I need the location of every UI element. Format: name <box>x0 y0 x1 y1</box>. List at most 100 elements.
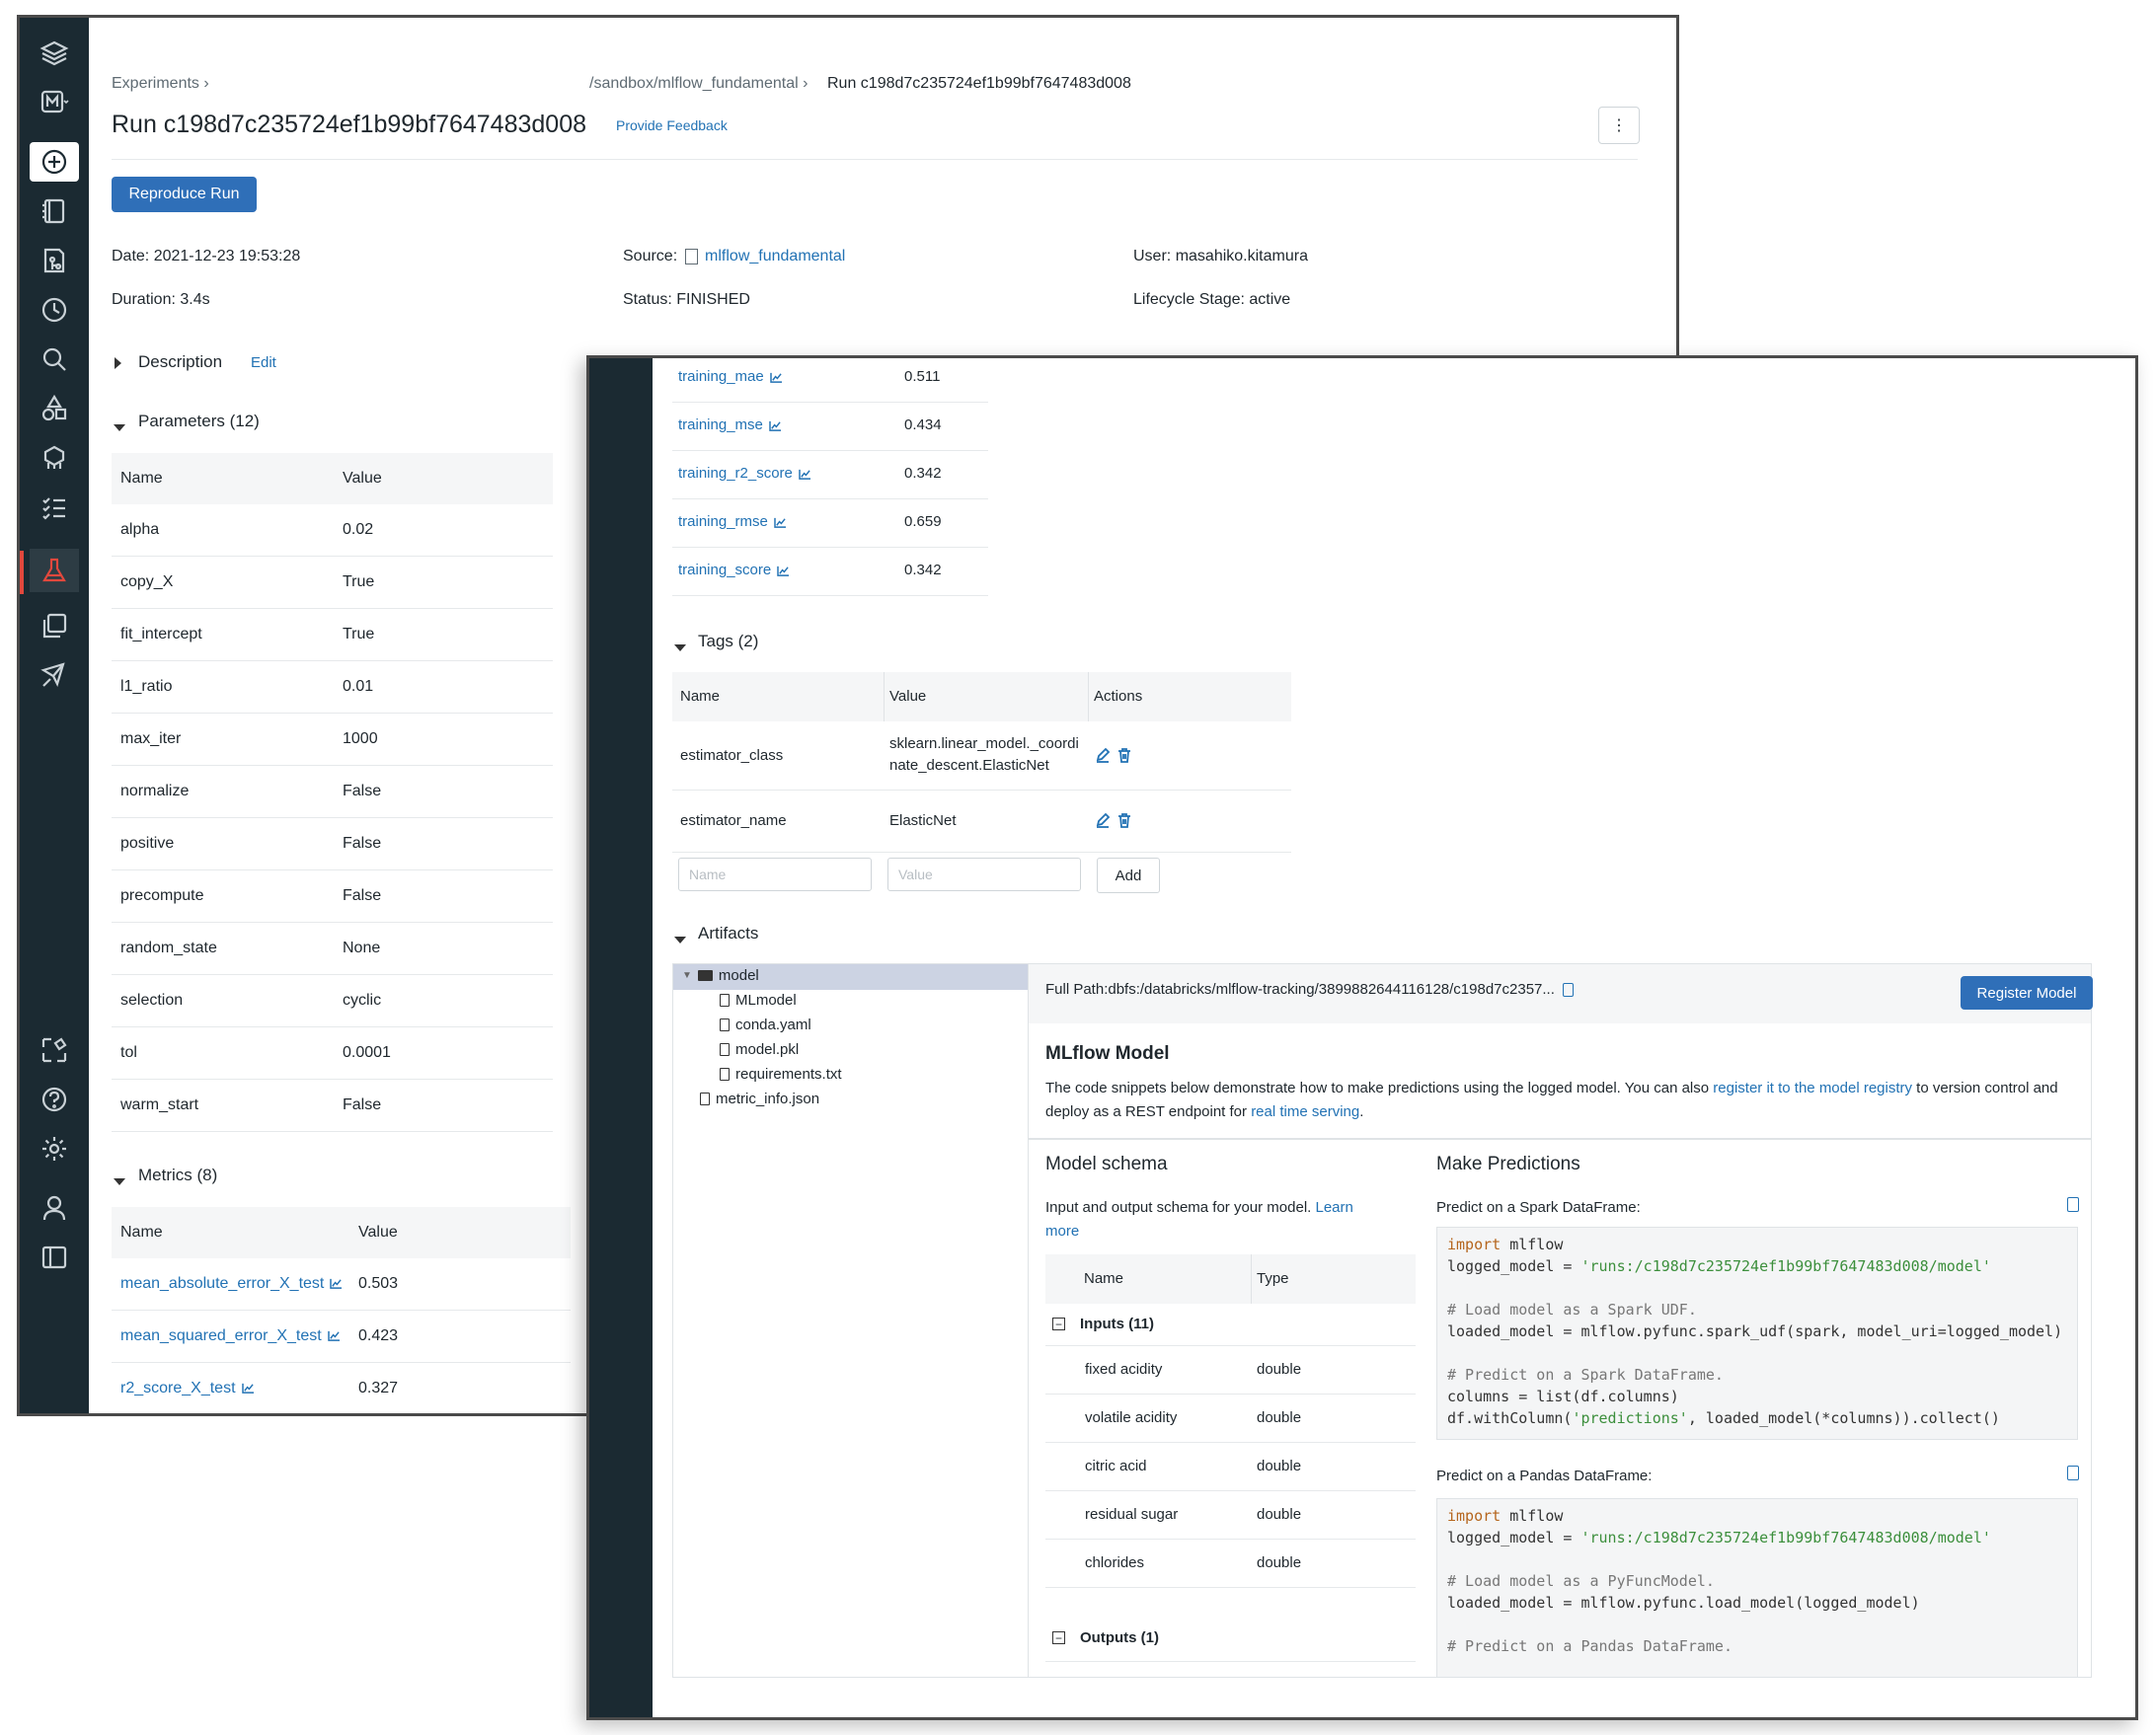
description-edit-link[interactable]: Edit <box>251 354 276 371</box>
metric-value: 0.327 <box>358 1380 399 1396</box>
provide-feedback-link[interactable]: Provide Feedback <box>616 117 728 133</box>
delete-trash-icon[interactable] <box>1116 747 1132 768</box>
create-icon[interactable] <box>30 142 79 182</box>
metrics-toggle[interactable] <box>114 1172 125 1190</box>
notebook-icon[interactable] <box>30 191 79 231</box>
tag-value-input[interactable]: Value <box>887 858 1081 891</box>
metric-name-link[interactable]: mean_squared_error_X_test <box>120 1327 341 1345</box>
tree-item-requirements[interactable]: requirements.txt <box>720 1066 842 1083</box>
jobs-checklist-icon[interactable] <box>30 488 79 527</box>
chart-icon[interactable] <box>777 566 790 576</box>
source-link[interactable]: mlflow_fundamental <box>705 248 845 264</box>
register-model-button[interactable]: Register Model <box>1961 976 2093 1010</box>
parameters-table-header <box>112 453 553 504</box>
edit-pencil-icon[interactable] <box>1095 747 1111 768</box>
param-name: precompute <box>120 887 204 904</box>
code-line: # Load model as a PyFuncModel. <box>1447 1572 1715 1590</box>
row-divider <box>112 869 553 870</box>
tags-col-actions: Actions <box>1094 688 1143 705</box>
settings-gear-icon[interactable] <box>30 1129 79 1169</box>
metric-name-link[interactable]: training_r2_score <box>678 465 811 482</box>
help-icon[interactable] <box>30 1080 79 1119</box>
caret-down-icon <box>674 644 686 651</box>
collapse-sidebar-icon[interactable] <box>30 1238 79 1277</box>
search-icon[interactable] <box>30 339 79 379</box>
chart-icon[interactable] <box>241 1383 255 1395</box>
file-icon <box>720 994 730 1007</box>
param-value: 0.01 <box>343 678 374 695</box>
copy-icon[interactable] <box>2067 1466 2079 1480</box>
code-line: loaded_model = mlflow.pyfunc.load_model(… <box>1447 1594 1920 1612</box>
metric-name-link[interactable]: mean_absolute_error_X_test <box>120 1275 343 1293</box>
persona-switcher-icon[interactable] <box>30 83 79 122</box>
mlflow-model-title: MLflow Model <box>1045 1043 1170 1064</box>
metrics-col-name: Name <box>120 1224 163 1241</box>
partner-connect-icon[interactable] <box>30 1030 79 1070</box>
reproduce-run-button[interactable]: Reproduce Run <box>112 177 257 212</box>
param-value: False <box>343 887 382 904</box>
chart-icon[interactable] <box>799 469 811 480</box>
add-tag-button[interactable]: Add <box>1097 858 1160 893</box>
tag-name-input[interactable]: Name <box>678 858 872 891</box>
copy-icon[interactable] <box>2067 1197 2079 1212</box>
serving-icon[interactable] <box>30 655 79 695</box>
row-divider <box>112 974 553 975</box>
code-line: # Predict on a Spark DataFrame. <box>1447 1366 1724 1384</box>
user-avatar-icon[interactable] <box>30 1188 79 1228</box>
row-divider <box>1045 1587 1416 1588</box>
caret-down-icon <box>114 1178 125 1185</box>
layers-logo-icon[interactable] <box>30 34 79 73</box>
collapse-inputs-icon[interactable]: − <box>1052 1318 1065 1330</box>
metric-name-link[interactable]: r2_score_X_test <box>120 1380 255 1397</box>
tags-toggle[interactable] <box>674 639 686 656</box>
more-options-button[interactable]: ⋮ <box>1598 107 1640 144</box>
run-page-window-scrolled: training_mae 0.511 training_mse 0.434 traini… <box>586 355 2138 1720</box>
chart-icon[interactable] <box>330 1278 343 1290</box>
metric-name-link[interactable]: training_score <box>678 562 790 578</box>
metric-name-link[interactable]: training_mse <box>678 416 782 433</box>
inputs-label: Inputs (11) <box>1080 1316 1155 1332</box>
data-shapes-icon[interactable] <box>30 389 79 428</box>
experiments-flask-icon[interactable] <box>30 549 79 592</box>
tree-item-conda[interactable]: conda.yaml <box>720 1017 811 1033</box>
row-divider <box>1045 1661 1416 1662</box>
real-time-serving-link[interactable]: real time serving <box>1251 1103 1359 1120</box>
tree-item-model-pkl[interactable]: model.pkl <box>720 1041 799 1058</box>
breadcrumb-path[interactable]: /sandbox/mlflow_fundamental › <box>589 75 808 93</box>
chart-icon[interactable] <box>769 372 783 383</box>
copy-icon[interactable] <box>1563 983 1575 998</box>
repos-icon[interactable] <box>30 241 79 280</box>
param-value: True <box>343 626 375 642</box>
pandas-code-block[interactable]: import mlflow logged_model = 'runs:/c198d… <box>1436 1498 2078 1677</box>
tree-item-model[interactable]: ▼ model <box>682 967 759 984</box>
schema-input-name: fixed acidity <box>1085 1361 1163 1378</box>
chart-icon[interactable] <box>774 517 787 528</box>
metric-name-link[interactable]: training_mae <box>678 368 783 385</box>
learn-more-link-cont[interactable]: more <box>1045 1223 1079 1240</box>
tree-item-metric-info[interactable]: metric_info.json <box>700 1091 819 1107</box>
models-copy-icon[interactable] <box>30 606 79 645</box>
register-registry-link[interactable]: register it to the model registry <box>1713 1080 1912 1096</box>
learn-more-link[interactable]: Learn <box>1316 1199 1353 1216</box>
schema-input-type: double <box>1257 1506 1302 1523</box>
artifacts-toggle[interactable] <box>674 931 686 948</box>
param-value: 1000 <box>343 730 378 747</box>
meta-source: Source: mlflow_fundamental <box>623 248 846 264</box>
delete-trash-icon[interactable] <box>1116 812 1132 833</box>
description-toggle[interactable] <box>115 356 121 374</box>
chart-icon[interactable] <box>769 420 782 431</box>
tree-item-mlmodel[interactable]: MLmodel <box>720 992 797 1009</box>
metric-name-link[interactable]: training_rmse <box>678 513 787 530</box>
clusters-icon[interactable] <box>30 438 79 478</box>
schema-input-name: residual sugar <box>1085 1506 1179 1523</box>
row-divider <box>112 556 553 557</box>
edit-pencil-icon[interactable] <box>1095 812 1111 833</box>
code-line: columns = list(df.columns) <box>1447 1388 1679 1405</box>
recents-clock-icon[interactable] <box>30 290 79 330</box>
collapse-outputs-icon[interactable]: − <box>1052 1631 1065 1644</box>
spark-code-block[interactable]: import mlflow logged_model = 'runs:/c198d… <box>1436 1227 2078 1440</box>
chart-icon[interactable] <box>327 1330 341 1342</box>
breadcrumb-experiments[interactable]: Experiments › <box>112 75 209 93</box>
parameters-toggle[interactable] <box>114 418 125 436</box>
